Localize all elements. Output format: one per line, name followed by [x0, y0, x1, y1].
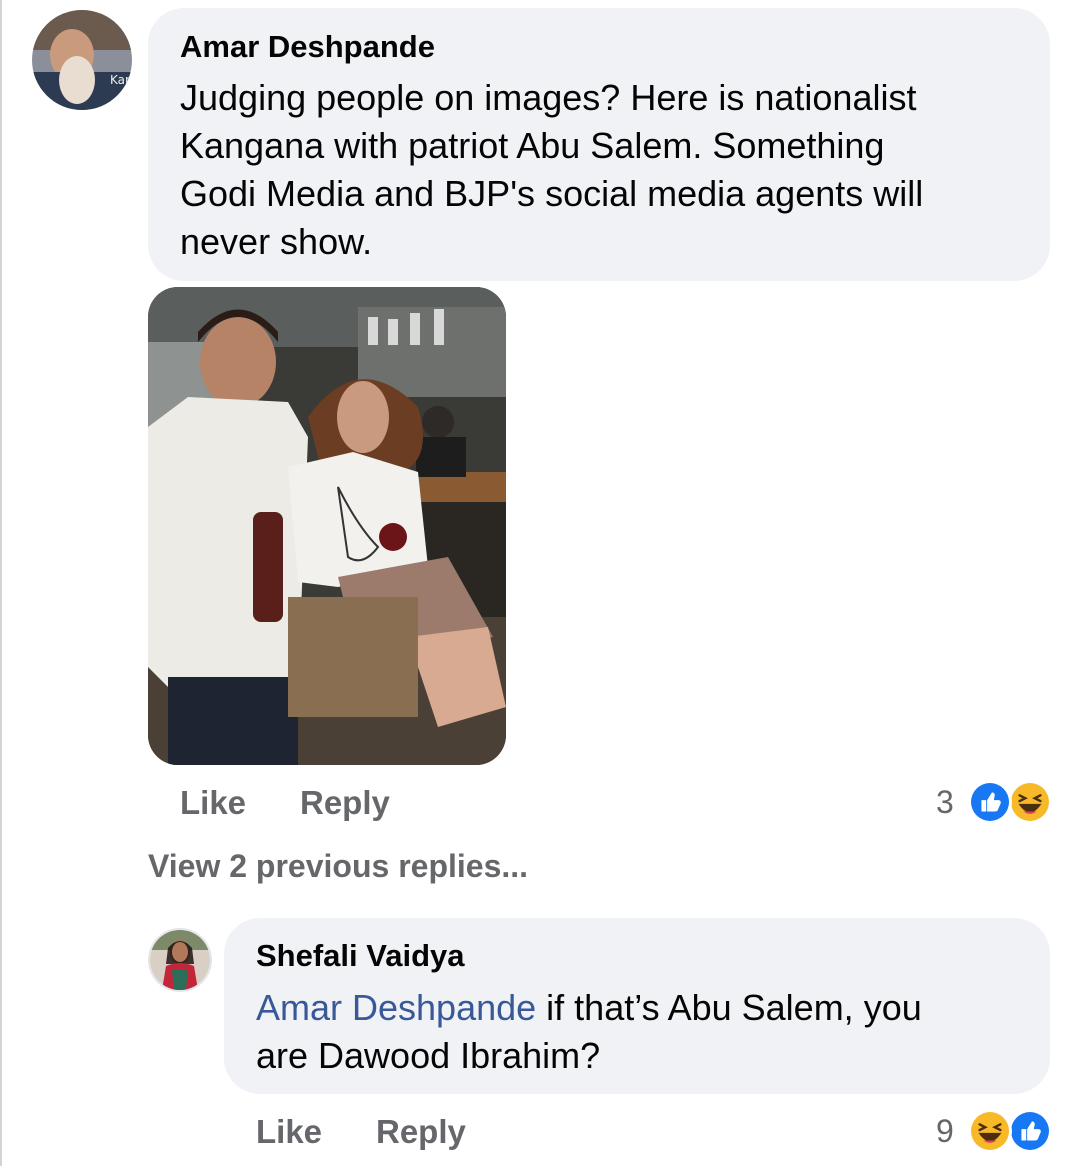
replier-avatar[interactable] — [148, 928, 212, 992]
comment-text-line: never show. — [180, 221, 373, 262]
view-previous-replies-link[interactable]: View 2 previous replies... — [148, 848, 528, 885]
reply-text-segment: if that’s Abu Salem, you — [536, 987, 922, 1028]
comment-text: Judging people on images? Here is nation… — [180, 74, 923, 266]
reply-author-name[interactable]: Shefali Vaidya — [256, 938, 465, 974]
comment-text-line: Judging people on images? Here is nation… — [180, 77, 917, 118]
comment-attached-photo[interactable] — [148, 287, 506, 765]
mention-link[interactable]: Amar Deshpande — [256, 987, 536, 1028]
comment-like-button[interactable]: Like — [180, 784, 246, 822]
comment-text-line: Godi Media and BJP's social media agents… — [180, 173, 924, 214]
reply-text-line: Amar Deshpande if that’s Abu Salem, you — [256, 984, 922, 1032]
comment-reaction-count[interactable]: 3 — [936, 784, 954, 821]
reply-reaction-count[interactable]: 9 — [936, 1113, 954, 1150]
comment-text-line: Kangana with patriot Abu Salem. Somethin… — [180, 125, 885, 166]
haha-icon[interactable] — [968, 1109, 1012, 1153]
haha-icon[interactable] — [1008, 780, 1052, 824]
avatar-shirt-text: Kari — [110, 73, 132, 87]
reply-like-button[interactable]: Like — [256, 1113, 322, 1151]
comment-author-name[interactable]: Amar Deshpande — [180, 29, 435, 65]
reply-text: Amar Deshpande if that’s Abu Salem, you … — [256, 984, 922, 1080]
commenter-avatar[interactable]: Kari — [32, 10, 132, 110]
left-border — [0, 0, 2, 1166]
reply-reply-button[interactable]: Reply — [376, 1113, 466, 1151]
reply-text-line: are Dawood Ibrahim? — [256, 1035, 601, 1076]
comment-reply-button[interactable]: Reply — [300, 784, 390, 822]
like-icon[interactable] — [1008, 1109, 1052, 1153]
like-icon[interactable] — [968, 780, 1012, 824]
